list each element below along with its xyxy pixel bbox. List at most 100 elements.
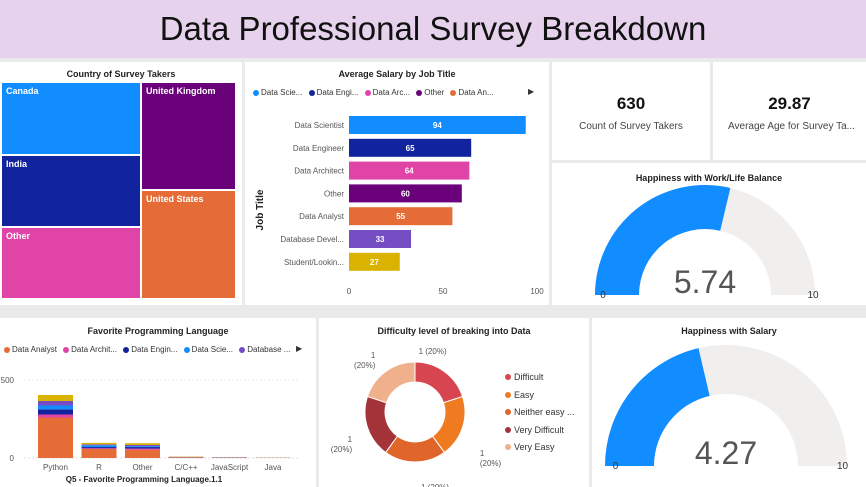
treemap-cell-united-kingdom[interactable]: United Kingdom [141,82,236,190]
x-tick-label: Other [132,463,152,472]
data-label: 60 [401,189,410,198]
y-tick-label: Other [324,189,344,198]
legend-item[interactable]: Very Difficult [505,425,575,443]
bar-segment [38,401,73,406]
lang-stacked-bar-chart: Q5 - Favorite Programming Language.1.1 5… [1,376,300,484]
gauge-worklife-tile: Happiness with Work/Life Balance 5.74 0 … [552,163,866,305]
y-tick-label: 0 [10,454,15,463]
data-label: (20%) [331,445,353,454]
data-label: 1 [348,435,353,444]
treemap-cell-label: Other [6,231,31,241]
salary-bar-chart: Job Title Data Scientist 94 Data Engineer 6… [255,116,544,296]
x-tick-label: R [96,463,102,472]
data-label: 55 [396,212,405,221]
page-title: Data Professional Survey Breakdown [159,10,707,47]
bar-segment [81,448,117,449]
kpi-age-value: 29.87 [768,94,811,113]
data-label: 1 (20%) [421,483,449,487]
bar-segment [81,447,117,449]
y-tick-label: Data Scientist [295,121,345,130]
gauge-worklife: 5.74 0 10 [595,185,819,301]
data-label: (20%) [354,361,376,370]
title-bar: Data Professional Survey Breakdown [0,0,866,58]
y-tick-label: Student/Lookin... [284,258,344,267]
x-tick-label: 100 [530,287,544,296]
data-label: 1 [371,351,376,360]
gauge-salary-tile: Happiness with Salary 4.27 0 10 [592,318,866,487]
legend-label: Difficult [514,372,544,382]
bar-segment [81,444,117,446]
bar-segment [38,409,73,415]
treemap-cell-label: United States [146,194,204,204]
legend-label: Neither easy ... [514,407,575,417]
legend-label: Very Difficult [514,424,564,435]
treemap-title: Country of Survey Takers [66,69,176,79]
bar-segment [125,444,160,447]
gauge-value: 4.27 [695,435,757,471]
kpi-count-label: Count of Survey Takers [579,121,683,132]
bar-segment [125,449,160,458]
bar-segment [38,405,73,410]
treemap-cell-label: India [6,159,28,169]
bar-segment [81,445,117,448]
donut-slice [414,361,464,404]
x-tick-label: 50 [439,287,448,296]
y-tick-label: Data Analyst [299,212,345,221]
bar-segment [81,442,117,445]
data-label: (20%) [480,459,502,468]
bar-segment [81,449,117,458]
treemap-cell-other[interactable]: Other [1,227,141,299]
lang-chart-tile: Favorite Programming Language Data Analy… [0,318,316,487]
data-label: 94 [433,121,442,130]
treemap-cell-label: United Kingdom [146,86,216,96]
treemap-cell-india[interactable]: India [1,155,141,227]
y-axis-label: Job Title [255,189,266,230]
gauge-max-label: 10 [837,461,849,472]
kpi-count-value: 630 [616,94,646,113]
gauge-min-label: 0 [613,461,619,472]
gauge-value: 5.74 [674,264,736,300]
bar-segment [38,417,73,458]
kpi-age-label: Average Age for Survey Ta... [728,121,855,132]
legend-item[interactable]: Difficult [505,372,575,390]
x-tick-label: Java [265,463,282,472]
donut-legend: Difficult Easy Neither easy ... Very Dif… [505,372,575,460]
data-label: 64 [405,167,414,176]
y-tick-label: 500 [1,376,15,385]
data-label: 1 [480,449,485,458]
gauge-min-label: 0 [600,290,606,301]
bar-segment [125,447,160,449]
legend-item[interactable]: Easy [505,390,575,408]
bar-segment [38,414,73,418]
kpi-count-tile: 630 Count of Survey Takers [552,62,710,160]
bar-segment [38,395,73,401]
donut-tile: Difficulty level of breaking into Data 1… [319,318,589,487]
treemap-tile: Country of Survey Takers Canada United K… [0,62,242,305]
treemap-cell-canada[interactable]: Canada [1,82,141,155]
gauge-max-label: 10 [807,290,819,301]
data-label: 65 [406,144,415,153]
y-tick-label: Data Engineer [293,144,344,153]
bar-segment [168,457,204,458]
legend-item[interactable]: Neither easy ... [505,407,575,425]
treemap-cell-label: Canada [6,86,39,96]
gauge-salary: 4.27 0 10 [605,345,849,472]
data-label: 1 (20%) [419,347,447,356]
data-label: 27 [370,258,379,267]
legend-label: Very Easy [514,442,555,452]
x-axis-label: Q5 - Favorite Programming Language.1.1 [66,475,223,484]
x-tick-label: Python [43,463,68,472]
legend-label: Easy [514,389,535,400]
y-tick-label: Data Architect [294,167,345,176]
bar-segment [125,448,160,450]
bar-segment [125,446,160,448]
x-tick-label: JavaScript [211,463,249,472]
x-tick-label: 0 [347,287,352,296]
y-tick-label: Database Devel... [280,235,344,244]
kpi-age-tile: 29.87 Average Age for Survey Ta... [713,62,866,160]
x-tick-label: C/C++ [174,463,197,472]
bar-segment [125,443,160,445]
data-label: 33 [376,235,385,244]
legend-item[interactable]: Very Easy [505,442,575,460]
treemap-cell-united-states[interactable]: United States [141,190,236,299]
